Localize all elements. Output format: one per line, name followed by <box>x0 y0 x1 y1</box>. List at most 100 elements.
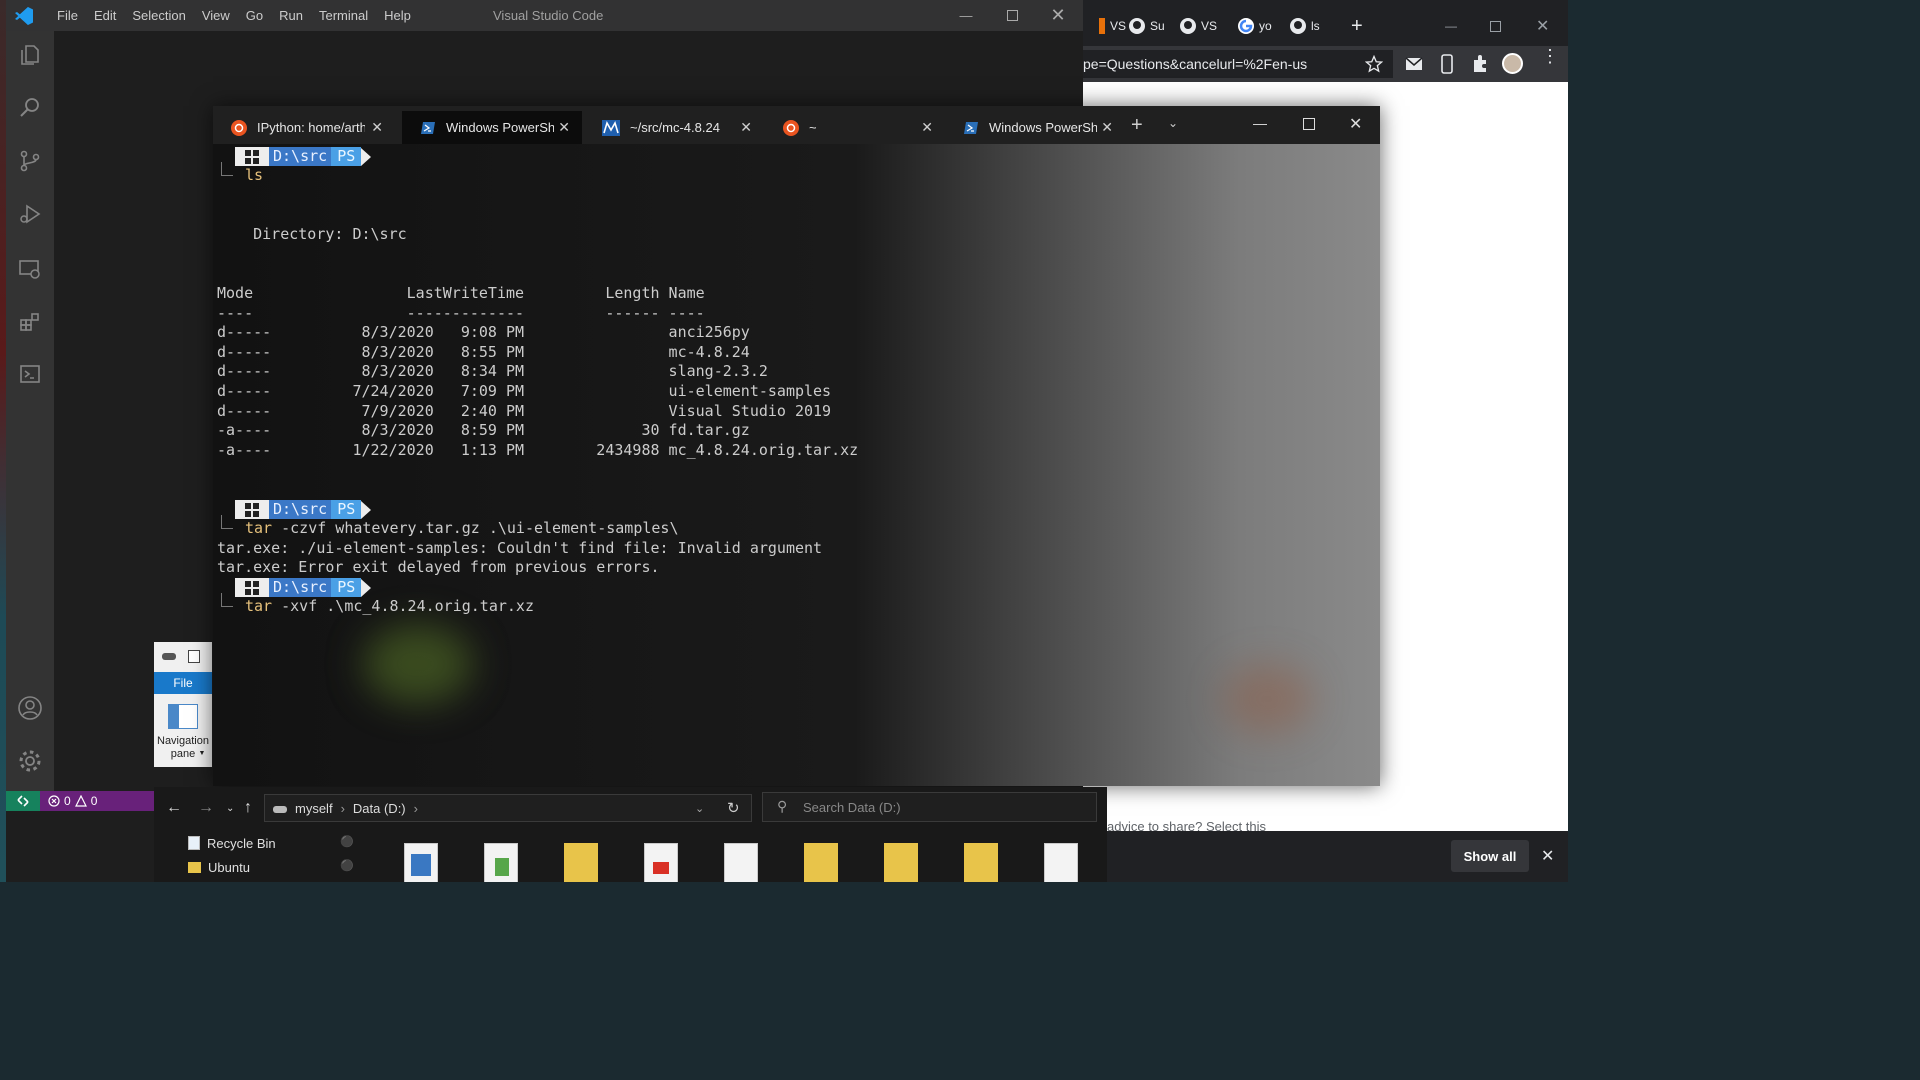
new-tab-button[interactable]: + <box>1351 14 1363 38</box>
chrome-tab[interactable]: VS <box>1180 14 1217 38</box>
warning-count: 0 <box>90 794 98 808</box>
folder-icon[interactable] <box>964 843 998 882</box>
vscode-menubar: File Edit Selection View Go Run Terminal… <box>49 0 419 31</box>
command-line: ls <box>245 166 264 184</box>
pdf-file-icon[interactable] <box>644 843 678 882</box>
back-button[interactable]: ← <box>166 799 182 817</box>
file-icon[interactable] <box>484 843 518 882</box>
explorer-activity[interactable] <box>6 31 54 79</box>
address-bar[interactable]: pe=Questions&cancelurl=%2Fen-us <box>1083 50 1393 78</box>
phone-icon[interactable] <box>1440 54 1454 74</box>
run-debug-activity[interactable] <box>6 190 54 238</box>
close-download-bar-icon[interactable]: ✕ <box>1541 846 1554 866</box>
terminal-icon <box>20 365 40 383</box>
drive-icon[interactable] <box>162 653 176 660</box>
warning-icon <box>74 795 87 807</box>
maximize-button[interactable] <box>1303 118 1315 130</box>
close-tab-icon[interactable]: ✕ <box>558 119 570 136</box>
powershell-activity[interactable] <box>6 350 54 398</box>
accounts-activity[interactable] <box>6 684 54 732</box>
menu-help[interactable]: Help <box>376 0 419 31</box>
tree-item-label: Recycle Bin <box>207 835 276 851</box>
terminal-tab[interactable]: Windows PowerShell ✕ <box>945 111 1125 144</box>
file-icon[interactable] <box>1044 843 1078 882</box>
folder-icon[interactable] <box>884 843 918 882</box>
properties-icon[interactable] <box>188 650 200 663</box>
breadcrumb-item[interactable]: Data (D:) <box>353 801 406 816</box>
menu-run[interactable]: Run <box>271 0 311 31</box>
search-placeholder: Search Data (D:) <box>803 799 901 815</box>
terminal-tab-active[interactable]: Windows PowerShell ✕ <box>402 111 582 144</box>
chrome-tab[interactable]: ls <box>1290 14 1320 38</box>
minimize-button[interactable]: — <box>1253 115 1267 131</box>
menu-go[interactable]: Go <box>238 0 271 31</box>
minimize-button[interactable]: — <box>943 0 989 31</box>
recycle-bin-icon <box>188 836 200 850</box>
recent-locations-button[interactable]: ⌄ <box>226 803 234 814</box>
breadcrumb-item[interactable]: myself <box>295 801 333 816</box>
minimize-button[interactable]: — <box>1445 14 1457 38</box>
close-tab-icon[interactable]: ✕ <box>371 119 383 136</box>
tree-item-recycle-bin[interactable]: Recycle Bin <box>188 833 276 853</box>
address-bar[interactable]: myself › Data (D:) › ⌄ ↻ <box>264 794 752 822</box>
command-name: tar <box>245 597 273 615</box>
extensions-activity[interactable] <box>6 298 54 346</box>
terminal-tab[interactable]: ~ ✕ <box>765 111 945 144</box>
close-button[interactable]: ✕ <box>1536 14 1549 38</box>
remote-explorer-activity[interactable] <box>6 245 54 293</box>
tree-item-ubuntu[interactable]: Ubuntu <box>188 857 250 877</box>
address-dropdown-icon[interactable]: ⌄ <box>695 802 704 815</box>
navigation-pane-button[interactable]: Navigation pane ▼ <box>154 700 212 760</box>
show-all-button[interactable]: Show all <box>1451 840 1529 872</box>
error-line: tar.exe: ./ui-element-samples: Couldn't … <box>217 538 823 557</box>
extension-icon[interactable] <box>1405 55 1423 73</box>
terminal-body[interactable]: D:\src PS ls Directory: D:\src Mode Last… <box>213 144 1380 786</box>
activity-bar <box>6 31 54 791</box>
menu-dots-icon[interactable]: ⋮ <box>1541 47 1559 65</box>
up-button[interactable]: ↑ <box>244 799 252 817</box>
maximize-button[interactable] <box>1490 14 1501 38</box>
forward-button[interactable]: → <box>198 799 214 817</box>
source-control-activity[interactable] <box>6 137 54 185</box>
file-tab[interactable]: File <box>154 672 212 694</box>
search-activity[interactable] <box>6 84 54 132</box>
manage-activity[interactable] <box>6 737 54 785</box>
chevron-down-icon[interactable]: ⌄ <box>1168 116 1178 130</box>
menu-edit[interactable]: Edit <box>86 0 124 31</box>
menu-file[interactable]: File <box>49 0 86 31</box>
menu-view[interactable]: View <box>194 0 238 31</box>
new-tab-button[interactable]: + <box>1131 114 1143 137</box>
maximize-button[interactable] <box>989 0 1035 31</box>
drive-icon <box>273 806 287 813</box>
directory-header: Directory: D:\src <box>217 225 407 243</box>
close-button[interactable]: ✕ <box>1035 0 1081 31</box>
dir-row: d----- 8/3/2020 8:55 PM mc-4.8.24 <box>217 342 750 361</box>
close-tab-icon[interactable]: ✕ <box>921 119 933 136</box>
close-tab-icon[interactable]: ✕ <box>740 119 752 136</box>
file-icon[interactable] <box>724 843 758 882</box>
command-line: tar -czvf whatevery.tar.gz .\ui-element-… <box>245 519 678 539</box>
folder-icon[interactable] <box>564 843 598 882</box>
close-button[interactable]: ✕ <box>1349 114 1362 134</box>
background-blur <box>363 624 473 704</box>
remote-indicator[interactable] <box>6 791 40 811</box>
puzzle-icon[interactable] <box>1470 54 1490 74</box>
chrome-tab[interactable]: VS <box>1099 14 1126 38</box>
refresh-icon[interactable]: ↻ <box>727 799 740 817</box>
close-tab-icon[interactable]: ✕ <box>1101 119 1113 136</box>
search-box[interactable]: ⚲ Search Data (D:) <box>762 792 1097 822</box>
folder-icon[interactable] <box>804 843 838 882</box>
chrome-tab[interactable]: Su <box>1129 14 1165 38</box>
menu-selection[interactable]: Selection <box>124 0 193 31</box>
pin-icon[interactable]: ⚫ <box>340 859 354 872</box>
prompt-path: D:\src <box>269 500 332 519</box>
profile-avatar[interactable] <box>1502 53 1523 74</box>
terminal-tab[interactable]: IPython: home/arthur ✕ <box>213 111 395 144</box>
file-icon[interactable] <box>404 843 438 882</box>
pin-icon[interactable]: ⚫ <box>340 835 354 848</box>
terminal-tab[interactable]: ~/src/mc-4.8.24 ✕ <box>584 111 764 144</box>
menu-terminal[interactable]: Terminal <box>311 0 376 31</box>
chrome-tab[interactable]: yo <box>1238 14 1272 38</box>
star-icon[interactable] <box>1365 55 1383 73</box>
problems-indicator[interactable]: 0 0 <box>40 791 154 811</box>
